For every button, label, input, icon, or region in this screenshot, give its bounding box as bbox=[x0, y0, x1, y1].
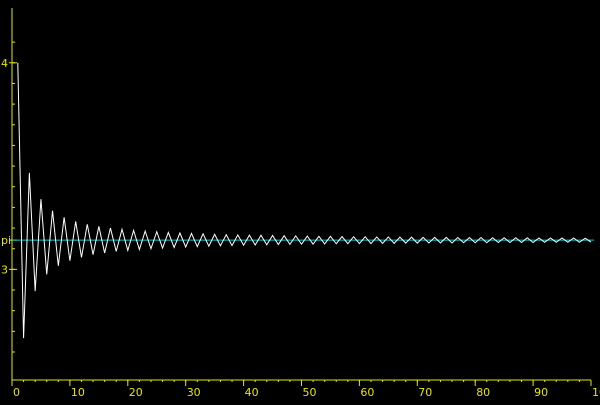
x-tick-label: 100 bbox=[592, 386, 600, 399]
series-line bbox=[18, 63, 591, 338]
x-tick-label: 20 bbox=[129, 386, 143, 399]
y-tick-label: pi bbox=[1, 234, 11, 247]
plot-area: 0 10 20 30 40 50 60 70 80 90 100 4 3 pi bbox=[0, 0, 600, 400]
x-tick-label: 70 bbox=[418, 386, 432, 399]
label-layer: 0 10 20 30 40 50 60 70 80 90 100 4 3 pi bbox=[1, 57, 600, 399]
leibniz-pi-chart: 0 10 20 30 40 50 60 70 80 90 100 4 3 pi bbox=[0, 0, 600, 400]
y-tick-label: 4 bbox=[1, 57, 8, 70]
x-tick-label: 0 bbox=[13, 386, 20, 399]
x-tick-label: 10 bbox=[71, 386, 85, 399]
x-tick-label: 30 bbox=[187, 386, 201, 399]
y-tick-label: 3 bbox=[1, 263, 8, 276]
x-tick-label: 50 bbox=[303, 386, 317, 399]
x-tick-label: 90 bbox=[534, 386, 548, 399]
series-layer bbox=[18, 63, 591, 338]
x-tick-label: 80 bbox=[476, 386, 490, 399]
x-tick-label: 40 bbox=[245, 386, 259, 399]
axes-layer bbox=[9, 8, 591, 386]
x-tick-label: 60 bbox=[360, 386, 374, 399]
